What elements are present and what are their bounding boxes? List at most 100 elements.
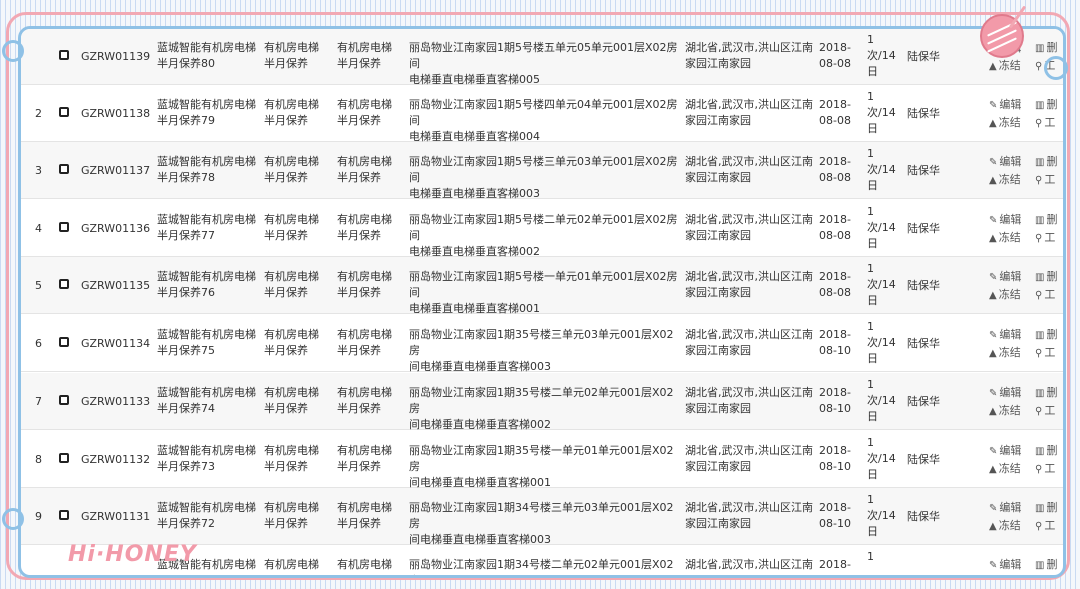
row-checkbox[interactable]: [59, 279, 69, 289]
task-name-line1: 蓝城智能有机房电梯: [157, 98, 256, 111]
row-index: 4: [35, 222, 42, 235]
edit-button[interactable]: ✎编辑: [989, 269, 1021, 286]
edit-button[interactable]: ✎编辑: [989, 385, 1021, 402]
work-order-button[interactable]: ⚲ 工: [1035, 518, 1055, 535]
frequency-line3: 日: [867, 65, 878, 78]
delete-button[interactable]: ▥ 删: [1035, 269, 1057, 286]
search-icon: ⚲: [1035, 464, 1043, 475]
start-date-line2: 08-10: [819, 517, 851, 530]
freeze-button[interactable]: ▲ 冻结: [989, 518, 1021, 535]
frame-curl-left-bottom: [2, 508, 24, 530]
work-order-button[interactable]: ⚲ 工: [1035, 287, 1055, 304]
table-row[interactable]: 4 GZRW01136 蓝城智能有机房电梯 半月保养77 有机房电梯 半月保养 有机房电梯半…: [21, 200, 1063, 258]
work-order-button[interactable]: ⚲ 工: [1035, 403, 1055, 420]
freeze-button[interactable]: ▲ 冻结: [989, 58, 1021, 75]
equipment-location-line1: 丽岛物业江南家园1期5号楼二单元02单元001层X02房间: [409, 213, 678, 242]
delete-button[interactable]: ▥ 删: [1035, 154, 1057, 171]
delete-button[interactable]: ▥ 删: [1035, 40, 1057, 57]
search-icon: ⚲: [1035, 61, 1043, 72]
table-row[interactable]: 5 GZRW01135 蓝城智能有机房电梯 半月保养76 有机房电梯 半月保养 有机房电梯半…: [21, 257, 1063, 315]
delete-button[interactable]: ▥ 删: [1035, 385, 1057, 402]
freeze-button[interactable]: ▲ 冻结: [989, 115, 1021, 132]
equipment-type: 有机房电梯 半月保养: [264, 269, 336, 301]
task-name-line1: 蓝城智能有机房电梯: [157, 155, 256, 168]
work-order-button[interactable]: ⚲ 工: [1035, 172, 1055, 189]
work-order-label: 工: [1044, 404, 1056, 417]
trash-icon: ▥: [1035, 388, 1045, 399]
freeze-label: 冻结: [998, 59, 1021, 72]
row-checkbox[interactable]: [59, 395, 69, 405]
work-order-button[interactable]: ⚲ 工: [1035, 345, 1055, 362]
equipment-location: 丽岛物业江南家园1期35号楼一单元01单元001层X02房 间电梯垂直电梯垂直客梯…: [409, 443, 681, 491]
task-code: GZRW01131: [81, 510, 151, 523]
maintenance-category: 有机房电梯 半月保养: [337, 154, 409, 186]
maintenance-category: 有机房电梯: [337, 557, 409, 573]
table-row[interactable]: 8 GZRW01132 蓝城智能有机房电梯 半月保养73 有机房电梯 半月保养 有机房电梯半…: [21, 431, 1063, 491]
table-row[interactable]: 6 GZRW01134 蓝城智能有机房电梯 半月保养75 有机房电梯 半月保养 有机房电梯半…: [21, 315, 1063, 373]
equipment-type: 有机房电梯 半月保养: [264, 327, 336, 359]
work-order-label: 工: [1044, 462, 1056, 475]
table-row[interactable]: GZRW01139 蓝城智能有机房电梯 半月保养80 有机房电梯 半月保养 有机房电梯 半月…: [21, 29, 1063, 86]
frequency-line3: 日: [867, 122, 878, 135]
region: 湖北省,武汉市,洪山区江南 家园江南家园: [685, 385, 815, 417]
table-row[interactable]: 7 GZRW01133 蓝城智能有机房电梯 半月保养74 有机房电梯 半月保养 有机房电梯半…: [21, 373, 1063, 431]
edit-button[interactable]: ✎编辑: [989, 557, 1021, 574]
freeze-button[interactable]: ▲ 冻结: [989, 230, 1021, 247]
delete-label: 删: [1046, 444, 1058, 457]
edit-button[interactable]: ✎编辑: [989, 327, 1021, 344]
table-viewport[interactable]: GZRW01139 蓝城智能有机房电梯 半月保养80 有机房电梯 半月保养 有机房电梯 半月…: [18, 26, 1066, 578]
table-row[interactable]: 3 GZRW01137 蓝城智能有机房电梯 半月保养78 有机房电梯 半月保养 有机房电梯半…: [21, 142, 1063, 200]
maintenance-category: 有机房电梯 半月保养: [337, 40, 409, 72]
row-checkbox[interactable]: [59, 164, 69, 174]
edit-button[interactable]: ✎编辑: [989, 212, 1021, 229]
frequency-line3: 日: [867, 237, 878, 250]
row-checkbox[interactable]: [59, 453, 69, 463]
frequency-line1: 1: [867, 436, 874, 449]
task-name-line1: 蓝城智能有机房电梯: [157, 213, 256, 226]
equipment-location-line1: 丽岛物业江南家园1期35号楼三单元03单元001层X02房: [409, 328, 674, 357]
equipment-type-line1: 有机房电梯: [264, 270, 319, 283]
delete-button[interactable]: ▥ 删: [1035, 500, 1057, 517]
freeze-label: 冻结: [998, 116, 1021, 129]
edit-button[interactable]: ✎编辑: [989, 154, 1021, 171]
freeze-button[interactable]: ▲ 冻结: [989, 172, 1021, 189]
edit-label: 编辑: [999, 155, 1022, 168]
edit-icon: ✎: [989, 157, 998, 168]
delete-button[interactable]: ▥ 删: [1035, 327, 1057, 344]
edit-button[interactable]: ✎编辑: [989, 500, 1021, 517]
trash-icon: ▥: [1035, 330, 1045, 341]
task-name: 蓝城智能有机房电梯 半月保养73: [157, 443, 265, 475]
row-checkbox[interactable]: [59, 510, 69, 520]
edit-label: 编辑: [999, 213, 1022, 226]
equipment-location-line1: 丽岛物业江南家园1期35号楼一单元01单元001层X02房: [409, 444, 674, 473]
edit-button[interactable]: ✎编辑: [989, 97, 1021, 114]
equipment-type-line2: 半月保养: [264, 286, 308, 299]
delete-button[interactable]: ▥ 删: [1035, 97, 1057, 114]
maintenance-category-line2: 半月保养: [337, 171, 381, 184]
equipment-location: 丽岛物业江南家园1期34号楼三单元03单元001层X02房 间电梯垂直电梯垂直客梯…: [409, 500, 681, 548]
freeze-button[interactable]: ▲ 冻结: [989, 287, 1021, 304]
delete-button[interactable]: ▥ 删: [1035, 557, 1057, 574]
edit-button[interactable]: ✎编辑: [989, 443, 1021, 460]
search-icon: ⚲: [1035, 521, 1043, 532]
row-checkbox[interactable]: [59, 337, 69, 347]
task-name-line2: 半月保养80: [157, 57, 215, 70]
maintenance-category-line1: 有机房电梯: [337, 501, 392, 514]
frequency-line1: 1: [867, 205, 874, 218]
work-order-button[interactable]: ⚲ 工: [1035, 230, 1055, 247]
row-checkbox[interactable]: [59, 222, 69, 232]
delete-button[interactable]: ▥ 删: [1035, 212, 1057, 229]
work-order-button[interactable]: ⚲ 工: [1035, 115, 1055, 132]
trash-icon: ▥: [1035, 560, 1045, 571]
table-row[interactable]: 9 GZRW01131 蓝城智能有机房电梯 半月保养72 有机房电梯 半月保养 有机房电梯半…: [21, 488, 1063, 548]
equipment-type-line2: 半月保养: [264, 229, 308, 242]
row-checkbox[interactable]: [59, 50, 69, 60]
freeze-button[interactable]: ▲ 冻结: [989, 403, 1021, 420]
freeze-button[interactable]: ▲ 冻结: [989, 461, 1021, 478]
row-checkbox[interactable]: [59, 107, 69, 117]
table-row[interactable]: 2 GZRW01138 蓝城智能有机房电梯 半月保养79 有机房电梯 半月保养 有机房电梯半…: [21, 85, 1063, 143]
delete-button[interactable]: ▥ 删: [1035, 443, 1057, 460]
freeze-button[interactable]: ▲ 冻结: [989, 345, 1021, 362]
work-order-button[interactable]: ⚲ 工: [1035, 461, 1055, 478]
task-code: GZRW01139: [81, 50, 151, 63]
